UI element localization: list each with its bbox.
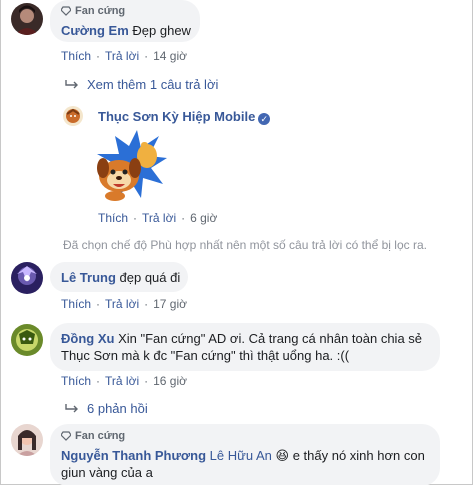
laughing-emoji-icon: 😆 [275,448,290,463]
filter-notice: Đã chọn chế độ Phù hợp nhất nên một số c… [63,238,427,252]
comment-body: Lê Trung đẹp quá đi [61,269,180,286]
diamond-icon [61,431,71,441]
reply-link[interactable]: Trả lời [142,211,176,225]
reply-link[interactable]: Trả lời [105,374,139,388]
reply-time[interactable]: 6 giờ [190,211,217,225]
page-reply-actions: Thích · Trả lời · 6 giờ [98,211,218,225]
like-link[interactable]: Thích [61,297,91,311]
like-link[interactable]: Thích [98,211,128,225]
like-link[interactable]: Thích [61,49,91,63]
avatar-cuong-em[interactable] [11,3,43,35]
view-more-replies[interactable]: Xem thêm 1 câu trả lời [65,77,218,92]
diamond-icon [61,6,71,16]
reply-arrow-icon [65,403,78,412]
comment-author[interactable]: Cường Em [61,23,129,38]
badge-label: Fan cứng [75,430,126,442]
comment-text-line2: Thục Sơn mà k đc "Fan cứng" thì thật uổn… [61,348,350,363]
comment-author[interactable]: Đồng Xu [61,331,114,346]
comment-body: Đồng Xu Xin "Fan cứng" AD ơi. Cả trang c… [61,330,422,347]
comment-actions: Thích · Trả lời · 16 giờ [61,374,187,388]
comment-body: Nguyễn Thanh Phương Lê Hữu An 😆 e thấy n… [61,447,425,464]
comment-text: Đẹp ghew [132,23,191,38]
comment-time[interactable]: 14 giờ [153,49,187,63]
reply-link[interactable]: Trả lời [105,297,139,311]
fan-badge: Fan cứng [61,5,125,17]
comment-time[interactable]: 16 giờ [153,374,187,388]
comment-actions: Thích · Trả lời · 17 giờ [61,297,187,311]
comment-author[interactable]: Nguyễn Thanh Phương [61,448,206,463]
comment-time[interactable]: 17 giờ [153,297,187,311]
comment-text: đẹp quá đi [119,270,181,285]
verified-badge-icon: ✓ [258,113,271,125]
reply-arrow-icon [65,79,78,88]
avatar-nguyen-thanh-phuong[interactable] [11,424,43,456]
comment-text-line1: e thấy nó xinh hơn con [292,448,425,463]
comment-text-line2: giun vàng của a [61,465,153,480]
comment-text-line1: Xin "Fan cứng" AD ơi. Cả trang cá nhân t… [118,331,423,346]
like-link[interactable]: Thích [61,374,91,388]
badge-label: Fan cứng [75,5,126,17]
comment-author[interactable]: Lê Trung [61,270,116,285]
page-reply-header: Thục Sơn Kỳ Hiệp Mobile ✓ [98,108,271,125]
reply-link[interactable]: Trả lời [105,49,139,63]
sticker-image[interactable] [89,128,169,204]
fan-badge: Fan cứng [61,430,125,442]
view-replies-link[interactable]: 6 phản hồi [65,401,148,416]
avatar-dong-xu[interactable] [11,324,43,356]
comment-thread: Fan cứng Cường Em Đẹp ghew Thích · Trả l… [0,0,473,485]
avatar-thuc-son[interactable] [63,106,83,126]
comment-actions: Thích · Trả lời · 14 giờ [61,49,187,63]
page-author[interactable]: Thục Sơn Kỳ Hiệp Mobile [98,109,255,124]
comment-body: Cường Em Đẹp ghew [61,22,191,39]
mention-link[interactable]: Lê Hữu An [210,448,272,463]
avatar-le-trung[interactable] [11,262,43,294]
